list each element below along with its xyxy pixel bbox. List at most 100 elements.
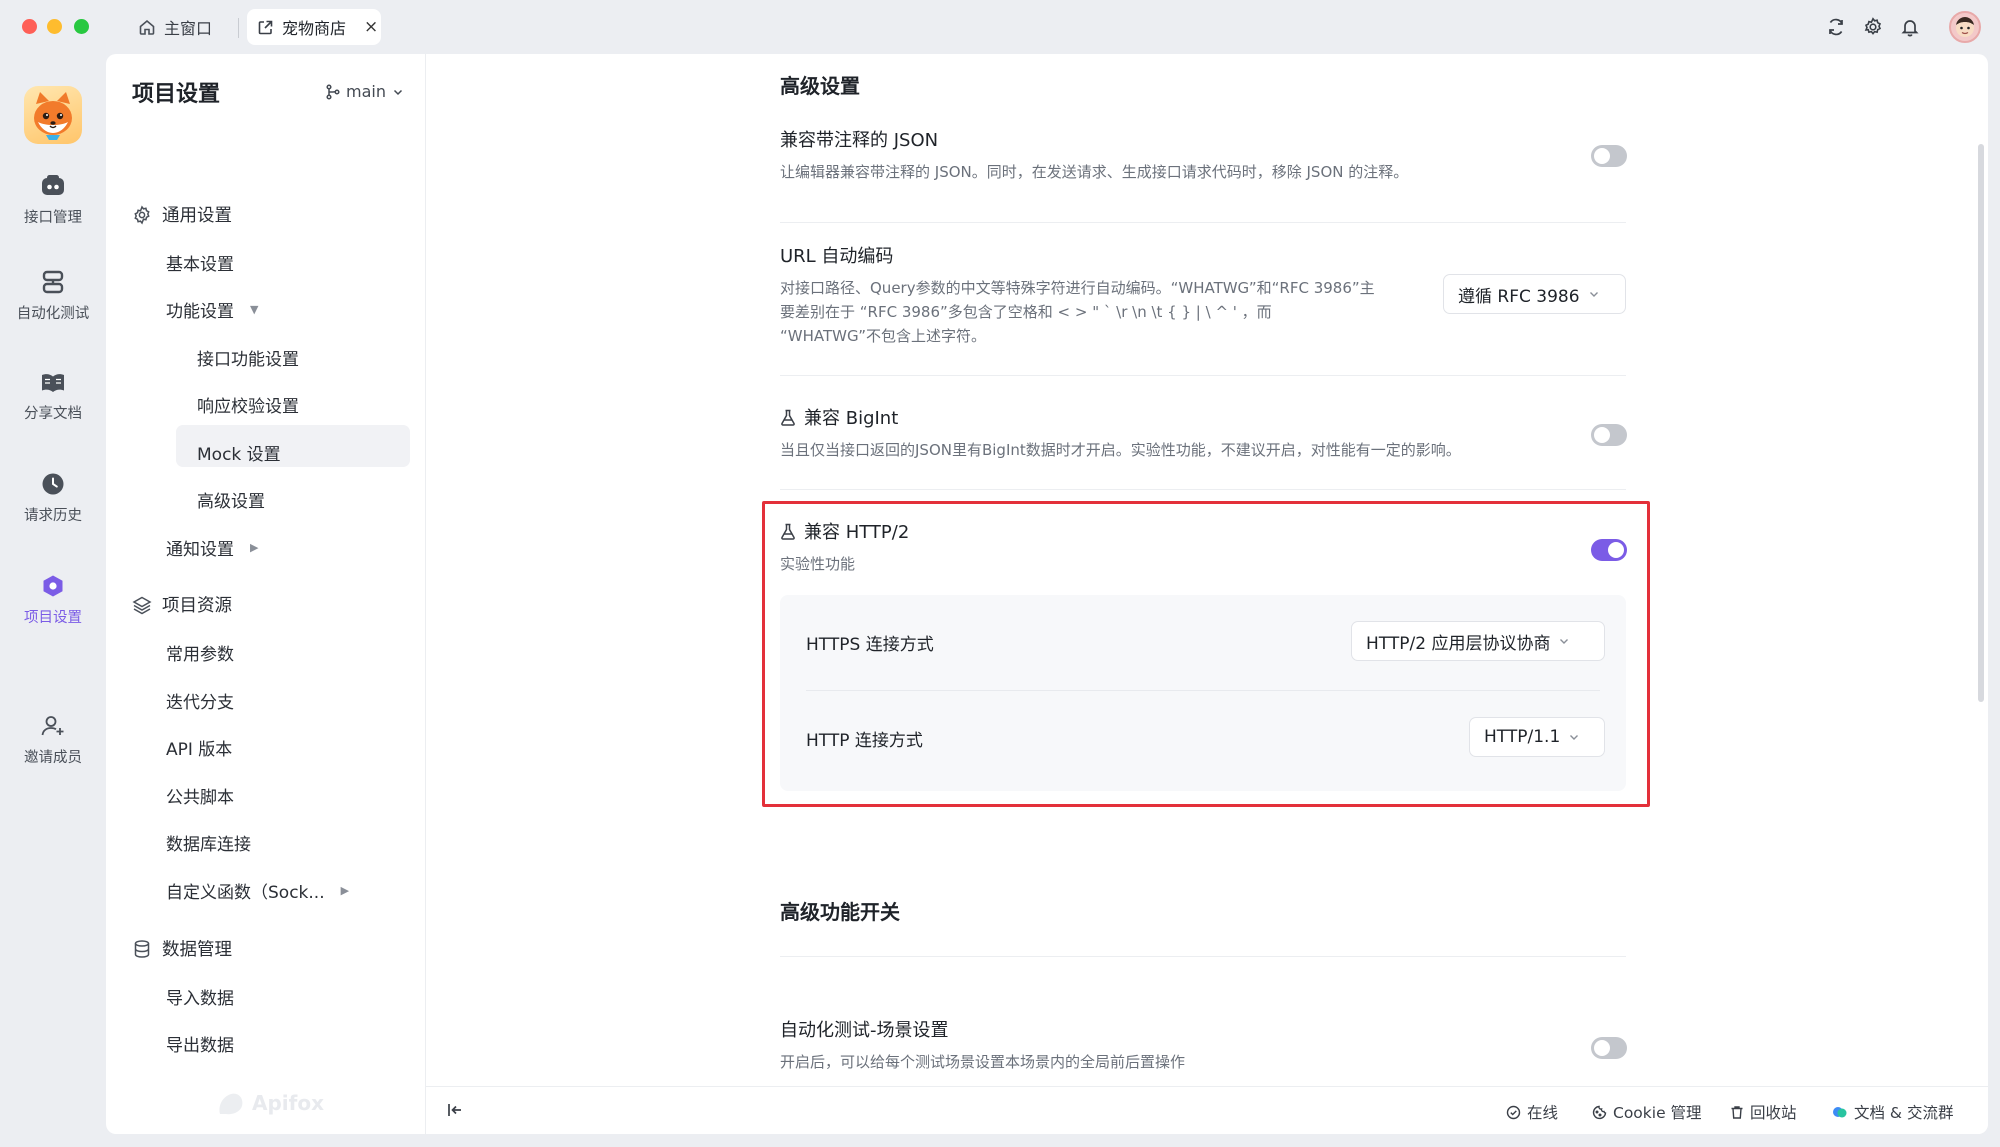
online-status[interactable]: 在线: [1506, 1101, 1558, 1123]
hexagon-icon: [40, 574, 66, 598]
nav-item-common-params[interactable]: 常用参数: [166, 640, 234, 665]
highlight-annotation-box: [762, 501, 1650, 807]
setting-title-json-comments: 兼容带注释的 JSON: [780, 126, 938, 152]
nav-item-label: Mock 设置: [197, 445, 281, 465]
caret-right-icon: ▶: [340, 884, 350, 897]
nav-item-sprint-branches[interactable]: 迭代分支: [166, 688, 234, 713]
setting-title-text: URL 自动编码: [780, 246, 894, 267]
desc-line: “WHATWG”不包含上述字符。: [780, 327, 987, 345]
trash-icon: [1730, 1105, 1744, 1120]
nav-item-features[interactable]: 功能设置 ▼: [166, 297, 258, 322]
nav-item-import[interactable]: 导入数据: [166, 984, 234, 1009]
nav-item-label: 基本设置: [166, 255, 234, 275]
rail-item-share-docs[interactable]: 分享文档: [0, 372, 106, 423]
caret-right-icon: ▶: [250, 541, 259, 554]
nav-item-label: 导出数据: [166, 1036, 234, 1056]
setting-title-text: 自动化测试-场景设置: [780, 1020, 949, 1041]
url-encoding-select[interactable]: 遵循 RFC 3986: [1443, 274, 1626, 314]
nav-item-export[interactable]: 导出数据: [166, 1031, 234, 1056]
window-minimize-button[interactable]: [47, 19, 62, 34]
nav-item-api-version[interactable]: API 版本: [166, 735, 232, 760]
rail-item-invite[interactable]: 邀请成员: [0, 714, 106, 767]
toggle-bigint[interactable]: [1591, 424, 1627, 446]
gear-icon[interactable]: [1860, 14, 1886, 40]
branch-selector[interactable]: main: [326, 82, 404, 101]
footer-label: 文档 & 交流群: [1854, 1104, 1954, 1122]
rail-item-history[interactable]: 请求历史: [0, 472, 106, 525]
rail-item-label: 项目设置: [24, 610, 82, 626]
nav-item-label: 功能设置: [166, 302, 234, 322]
rail-item-api[interactable]: 接口管理: [0, 174, 106, 227]
home-icon: [138, 18, 156, 36]
tab-label: 宠物商店: [282, 19, 347, 38]
layers-icon: [132, 595, 152, 615]
tab-separator: [238, 18, 239, 38]
nav-item-notifications[interactable]: 通知设置 ▶: [166, 535, 258, 560]
tab-close-icon[interactable]: ×: [364, 17, 378, 37]
nav-group-data[interactable]: 数据管理: [132, 936, 232, 961]
setting-desc-url-encoding: 对接口路径、Query参数的中文等特殊字符进行自动编码。“WHATWG”和“RF…: [780, 276, 1420, 348]
book-icon: [40, 372, 66, 394]
window-zoom-button[interactable]: [74, 19, 89, 34]
select-value: 遵循 RFC 3986: [1458, 286, 1580, 307]
tab-main-window[interactable]: 主窗口: [138, 12, 212, 42]
rail-item-label: 分享文档: [24, 406, 82, 422]
nav-item-advanced[interactable]: 高级设置: [197, 487, 265, 512]
nav-item-mock[interactable]: Mock 设置: [197, 440, 281, 465]
divider: [780, 489, 1626, 490]
nav-item-basic[interactable]: 基本设置: [166, 250, 234, 275]
desc-line: 对接口路径、Query参数的中文等特殊字符进行自动编码。“WHATWG”和“RF…: [780, 279, 1375, 297]
automation-icon: [40, 270, 66, 294]
section-title-advanced-switches: 高级功能开关: [780, 900, 900, 924]
collapse-sidebar-icon[interactable]: [446, 1101, 464, 1119]
divider: [780, 956, 1626, 957]
nav-group-general[interactable]: 通用设置: [132, 202, 232, 227]
nav-group-label: 通用设置: [162, 206, 232, 226]
avatar[interactable]: [1949, 11, 1981, 43]
recycle-bin[interactable]: 回收站: [1730, 1101, 1797, 1123]
nav-item-label: 通知设置: [166, 540, 234, 560]
tab-pet-store[interactable]: 宠物商店 ×: [247, 9, 381, 45]
bell-icon[interactable]: [1897, 14, 1923, 40]
setting-title-text: 兼容带注释的 JSON: [780, 130, 939, 151]
rail-item-automation[interactable]: 自动化测试: [0, 270, 106, 323]
window-close-button[interactable]: [22, 19, 37, 34]
rail-item-project-settings[interactable]: 项目设置: [0, 574, 106, 627]
setting-desc-bigint: 当且仅当接口返回的JSON里有BigInt数据时才开启。实验性功能，不建议开启，…: [780, 441, 1461, 459]
chevron-down-icon: [392, 86, 404, 98]
api-icon: [40, 174, 66, 198]
toggle-json-comments[interactable]: [1591, 145, 1627, 167]
rail-item-label: 接口管理: [24, 210, 82, 226]
footer-label: 在线: [1527, 1104, 1559, 1122]
nav-item-api-features[interactable]: 接口功能设置: [197, 345, 299, 370]
setting-title-scene-settings: 自动化测试-场景设置: [780, 1016, 949, 1042]
setting-title-url-encoding: URL 自动编码: [780, 242, 893, 268]
section-title-advanced: 高级设置: [780, 74, 860, 98]
refresh-icon[interactable]: [1823, 14, 1849, 40]
nav-item-custom-functions[interactable]: 自定义函数（Sock... ▶: [166, 878, 349, 903]
divider: [780, 222, 1626, 223]
content-scrollbar[interactable]: [1978, 144, 1984, 702]
desc-line: 要差别在于 “RFC 3986”多包含了空格和 < > " ` \r \n \t…: [780, 303, 1272, 321]
toggle-scene-settings[interactable]: [1591, 1037, 1627, 1059]
docs-community[interactable]: 文档 & 交流群: [1832, 1101, 1953, 1123]
cookie-manager[interactable]: Cookie 管理: [1592, 1101, 1702, 1123]
gear-icon: [132, 205, 152, 225]
branch-icon: [326, 83, 340, 100]
watermark-label: Apifox: [252, 1091, 324, 1115]
nav-item-public-scripts[interactable]: 公共脚本: [166, 783, 234, 808]
flask-icon: [780, 409, 796, 426]
clock-icon: [40, 472, 66, 496]
rail-item-label: 请求历史: [24, 508, 82, 524]
nav-group-resources[interactable]: 项目资源: [132, 592, 232, 617]
nav-item-response-validation[interactable]: 响应校验设置: [197, 392, 299, 417]
chat-bubble-icon: [1832, 1105, 1848, 1120]
nav-item-db-connections[interactable]: 数据库连接: [166, 830, 251, 855]
nav-item-label: 公共脚本: [166, 788, 234, 808]
nav-group-label: 项目资源: [162, 596, 232, 616]
page-title: 项目设置: [132, 82, 221, 107]
title-bar: 主窗口 宠物商店 ×: [0, 0, 2000, 54]
left-rail: 接口管理 自动化测试 分享文档 请求历史 项目设置 邀请成员: [0, 54, 106, 1147]
main-panel: 项目设置 main 通用设置 基本设置 功能设置 ▼ 接口功能设置 响应校验设置 …: [106, 54, 1988, 1134]
app-logo: [24, 86, 82, 144]
